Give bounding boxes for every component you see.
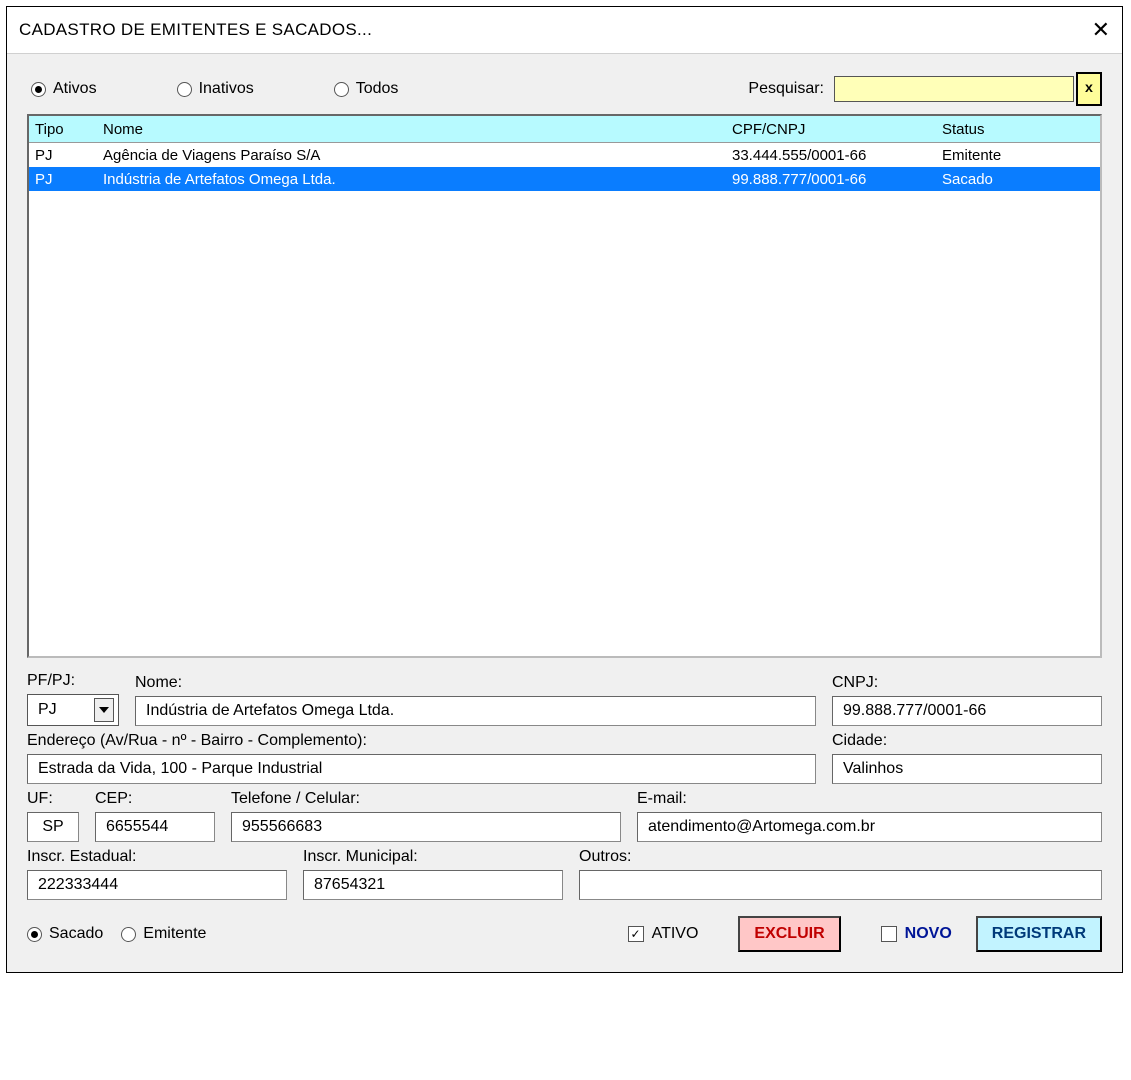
search-clear-button[interactable]: x	[1076, 72, 1102, 106]
radio-ativos-label: Ativos	[53, 80, 97, 98]
radio-dot-icon	[177, 82, 192, 97]
cell-status: Sacado	[936, 171, 1100, 188]
cell-tipo: PJ	[29, 147, 97, 164]
label-nome: Nome:	[135, 674, 816, 692]
registrar-button[interactable]: REGISTRAR	[976, 916, 1102, 952]
pfpj-value: PJ	[38, 701, 57, 719]
radio-sacado-label: Sacado	[49, 925, 103, 943]
label-tel: Telefone / Celular:	[231, 790, 621, 808]
novo-checkbox[interactable]: NOVO	[881, 925, 952, 943]
label-email: E-mail:	[637, 790, 1102, 808]
email-field[interactable]	[637, 812, 1102, 842]
inscr-municipal-field[interactable]	[303, 870, 563, 900]
detail-form: PF/PJ: PJ Nome: CNPJ:	[27, 672, 1102, 952]
radio-ativos[interactable]: Ativos	[31, 80, 97, 98]
action-row: Sacado Emitente ATIVO EXCLUIR NOVO REGIS…	[27, 916, 1102, 952]
radio-todos[interactable]: Todos	[334, 80, 399, 98]
label-cidade: Cidade:	[832, 732, 1102, 750]
search-label: Pesquisar:	[748, 80, 824, 98]
content: Ativos Inativos Todos Pesquisar: x Tipo …	[7, 54, 1122, 972]
search-input[interactable]	[834, 76, 1074, 102]
col-header-doc[interactable]: CPF/CNPJ	[726, 121, 936, 138]
uf-field[interactable]	[27, 812, 79, 842]
radio-sacado[interactable]: Sacado	[27, 925, 103, 943]
radio-emitente[interactable]: Emitente	[121, 925, 206, 943]
radio-dot-icon	[31, 82, 46, 97]
label-pfpj: PF/PJ:	[27, 672, 119, 690]
telefone-field[interactable]	[231, 812, 621, 842]
cell-doc: 99.888.777/0001-66	[726, 171, 936, 188]
outros-field[interactable]	[579, 870, 1102, 900]
pfpj-select[interactable]: PJ	[27, 694, 119, 726]
titlebar: CADASTRO DE EMITENTES E SACADOS... ✕	[7, 7, 1122, 54]
checkbox-icon	[881, 926, 897, 942]
label-inscr-estadual: Inscr. Estadual:	[27, 848, 287, 866]
window: CADASTRO DE EMITENTES E SACADOS... ✕ Ati…	[6, 6, 1123, 973]
cell-status: Emitente	[936, 147, 1100, 164]
radio-emitente-label: Emitente	[143, 925, 206, 943]
col-header-nome[interactable]: Nome	[97, 121, 726, 138]
cidade-field[interactable]	[832, 754, 1102, 784]
grid-header: Tipo Nome CPF/CNPJ Status	[29, 116, 1100, 143]
close-icon[interactable]: ✕	[1092, 17, 1110, 43]
radio-todos-label: Todos	[356, 80, 399, 98]
label-inscr-municipal: Inscr. Municipal:	[303, 848, 563, 866]
results-grid[interactable]: Tipo Nome CPF/CNPJ Status PJ Agência de …	[27, 114, 1102, 658]
radio-dot-icon	[121, 927, 136, 942]
table-row[interactable]: PJ Indústria de Artefatos Omega Ltda. 99…	[29, 167, 1100, 191]
endereco-field[interactable]	[27, 754, 816, 784]
label-uf: UF:	[27, 790, 79, 808]
ativo-label: ATIVO	[652, 925, 699, 943]
filter-row: Ativos Inativos Todos Pesquisar: x	[27, 72, 1102, 106]
label-cep: CEP:	[95, 790, 215, 808]
radio-inativos-label: Inativos	[199, 80, 254, 98]
col-header-tipo[interactable]: Tipo	[29, 121, 97, 138]
chevron-down-icon	[94, 698, 114, 722]
inscr-estadual-field[interactable]	[27, 870, 287, 900]
table-row[interactable]: PJ Agência de Viagens Paraíso S/A 33.444…	[29, 143, 1100, 167]
cell-nome: Agência de Viagens Paraíso S/A	[97, 147, 726, 164]
nome-field[interactable]	[135, 696, 816, 726]
col-header-status[interactable]: Status	[936, 121, 1100, 138]
cnpj-field[interactable]	[832, 696, 1102, 726]
cep-field[interactable]	[95, 812, 215, 842]
cell-nome: Indústria de Artefatos Omega Ltda.	[97, 171, 726, 188]
excluir-button[interactable]: EXCLUIR	[738, 916, 840, 952]
cell-tipo: PJ	[29, 171, 97, 188]
ativo-checkbox[interactable]: ATIVO	[628, 925, 699, 943]
label-cnpj: CNPJ:	[832, 674, 1102, 692]
cell-doc: 33.444.555/0001-66	[726, 147, 936, 164]
grid-body: PJ Agência de Viagens Paraíso S/A 33.444…	[29, 143, 1100, 191]
checkbox-icon	[628, 926, 644, 942]
radio-inativos[interactable]: Inativos	[177, 80, 254, 98]
label-outros: Outros:	[579, 848, 1102, 866]
window-title: CADASTRO DE EMITENTES E SACADOS...	[19, 20, 372, 40]
label-endereco: Endereço (Av/Rua - nº - Bairro - Complem…	[27, 732, 816, 750]
radio-dot-icon	[27, 927, 42, 942]
radio-dot-icon	[334, 82, 349, 97]
novo-label: NOVO	[905, 925, 952, 943]
